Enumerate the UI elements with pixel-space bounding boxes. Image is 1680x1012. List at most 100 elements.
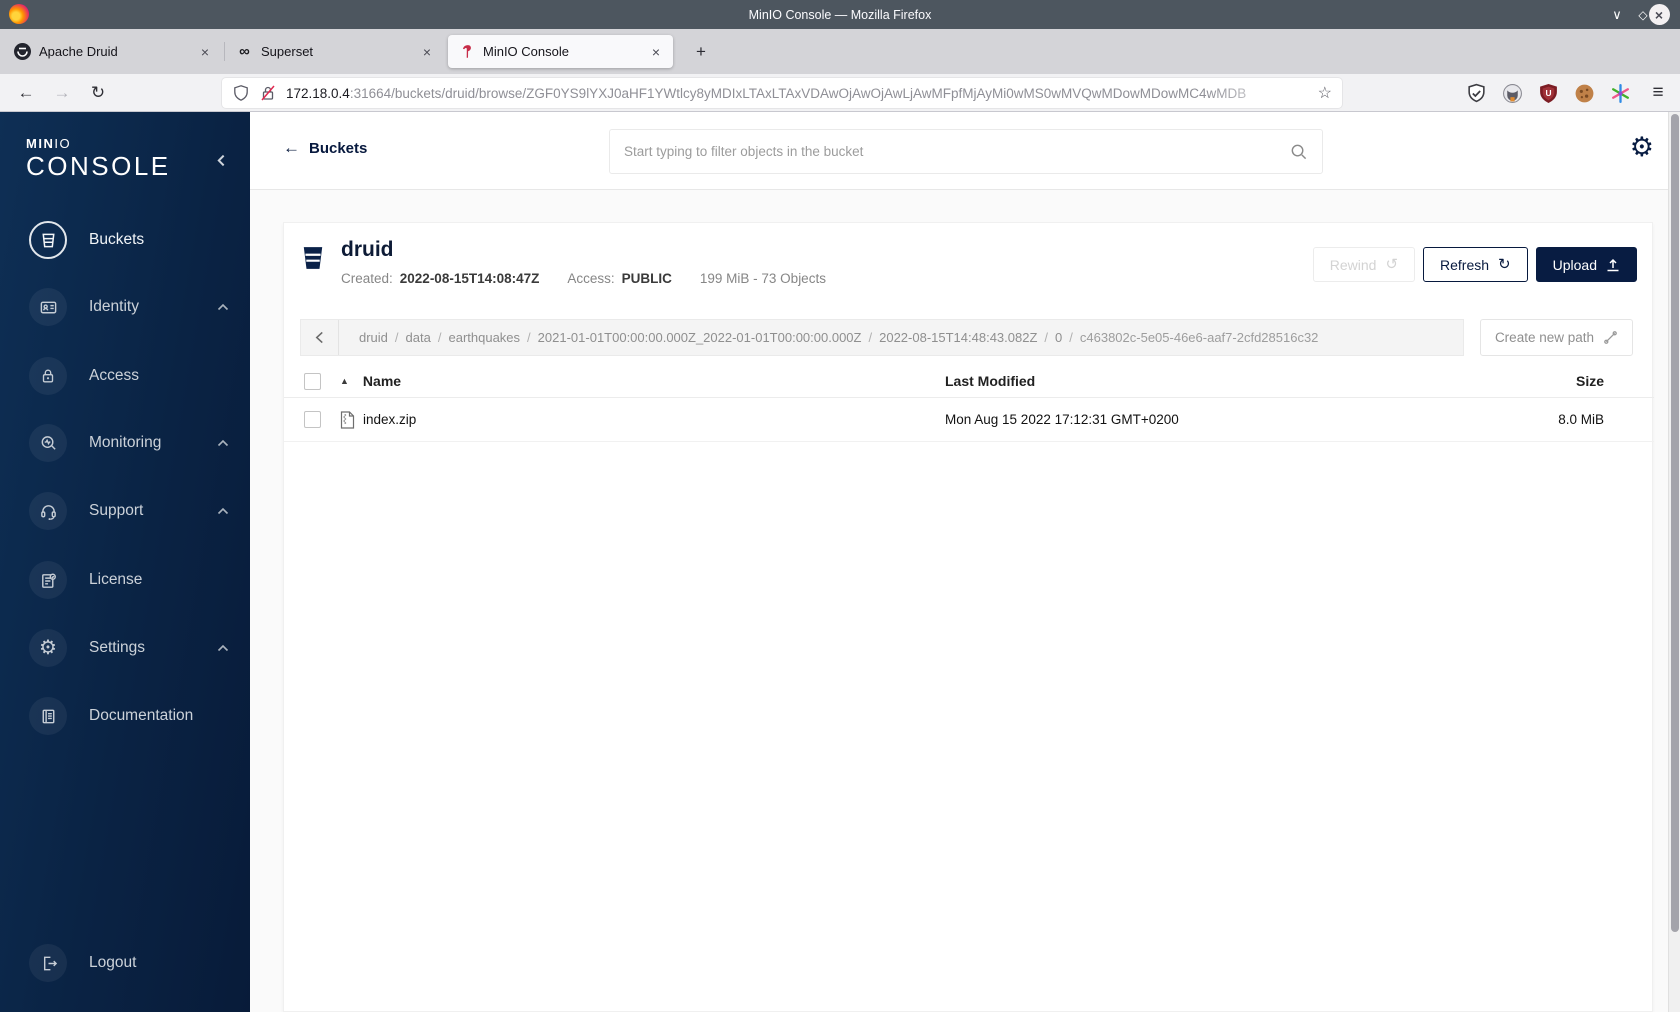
created-label: Created:: [341, 271, 393, 286]
column-header-size[interactable]: Size: [1505, 373, 1654, 389]
sidebar-item-license[interactable]: License: [0, 558, 250, 602]
console-header: ← Buckets ⚙: [250, 112, 1668, 190]
window-titlebar: MinIO Console — Mozilla Firefox ∨ ◇ ×: [0, 0, 1680, 29]
bucket-actions: Rewind ↺ Refresh ↻ Upload: [1312, 247, 1637, 282]
back-to-buckets-link[interactable]: ← Buckets: [283, 138, 367, 158]
minio-flamingo-favicon-icon: [458, 43, 475, 60]
bookmark-star-icon[interactable]: ☆: [1318, 83, 1332, 103]
breadcrumb-segment[interactable]: 0: [1055, 330, 1080, 345]
object-name[interactable]: index.zip: [363, 412, 416, 427]
console-settings-gear-icon[interactable]: ⚙: [1630, 134, 1654, 161]
objects-table-header: ▲ Name Last Modified Size: [284, 365, 1654, 398]
chevron-up-icon[interactable]: [217, 303, 229, 311]
path-back-chevron-icon[interactable]: [301, 320, 339, 355]
created-value: 2022-08-15T14:08:47Z: [399, 271, 540, 286]
breadcrumb-segment[interactable]: 2022-08-15T14:48:43.082Z: [879, 330, 1055, 345]
reload-icon[interactable]: ↻: [84, 79, 112, 107]
column-header-last-modified[interactable]: Last Modified: [945, 373, 1505, 389]
close-icon: ×: [1648, 4, 1670, 25]
select-all-checkbox[interactable]: [303, 372, 321, 390]
svg-text:U: U: [1545, 88, 1551, 98]
page-scrollbar[interactable]: [1668, 112, 1680, 1012]
scrollbar-thumb[interactable]: [1671, 114, 1679, 932]
tab-close-icon[interactable]: ×: [196, 42, 214, 62]
breadcrumb-segment[interactable]: druid: [359, 330, 406, 345]
main-content: druid Created: 2022-08-15T14:08:47Z Acce…: [250, 190, 1668, 1012]
column-header-name[interactable]: Name: [363, 373, 401, 389]
access-value: PUBLIC: [621, 271, 672, 286]
sidebar-item-identity[interactable]: Identity: [0, 285, 250, 329]
sidebar-item-support[interactable]: Support: [0, 489, 250, 533]
forward-icon[interactable]: →: [48, 79, 76, 107]
tab-apache-druid[interactable]: Apache Druid ×: [4, 35, 222, 68]
breadcrumb: druiddataearthquakes2021-01-01T00:00:00.…: [339, 330, 1338, 345]
object-filter-searchbox[interactable]: [609, 129, 1323, 174]
identity-icon: [29, 288, 67, 326]
insecure-lock-icon[interactable]: [259, 84, 277, 102]
chevron-up-icon[interactable]: [217, 507, 229, 515]
browser-toolbar: ← → ↻ 172.18.0.4:31664/buckets/druid/bro…: [0, 74, 1680, 112]
bucket-browser-card: druid Created: 2022-08-15T14:08:47Z Acce…: [283, 222, 1654, 1012]
rewind-icon: ↺: [1385, 256, 1399, 273]
minio-sidebar: MINIO CONSOLE Buckets Identity Access Mo…: [0, 112, 250, 1012]
buckets-icon: [29, 221, 67, 259]
tracking-protection-shield-icon[interactable]: [232, 84, 250, 102]
sidebar-item-logout[interactable]: Logout: [0, 941, 250, 985]
create-path-icon: [1603, 330, 1618, 345]
window-close-button[interactable]: ×: [1646, 0, 1672, 29]
superset-favicon-icon: ∞: [239, 43, 250, 60]
sidebar-item-buckets[interactable]: Buckets: [0, 218, 250, 262]
extension-colorful-asterisk-icon[interactable]: [1608, 81, 1632, 105]
object-last-modified: Mon Aug 15 2022 17:12:31 GMT+0200: [945, 412, 1179, 427]
tab-separator: [224, 42, 225, 61]
search-input[interactable]: [624, 144, 1289, 159]
breadcrumb-segment-current: c463802c-5e05-46e6-aaf7-2cfd28516c32: [1079, 330, 1319, 345]
chevron-up-icon[interactable]: [217, 439, 229, 447]
hamburger-menu-icon[interactable]: ≡: [1644, 79, 1672, 107]
upload-icon: [1606, 258, 1620, 272]
sidebar-collapse-icon[interactable]: [215, 154, 228, 167]
bucket-meta: Created: 2022-08-15T14:08:47Z Access: PU…: [341, 271, 826, 286]
monitoring-icon: [29, 424, 67, 462]
breadcrumb-segment[interactable]: 2021-01-01T00:00:00.000Z_2022-01-01T00:0…: [538, 330, 879, 345]
url-bar[interactable]: 172.18.0.4:31664/buckets/druid/browse/ZG…: [222, 78, 1342, 108]
license-icon: [29, 561, 67, 599]
row-checkbox[interactable]: [303, 411, 321, 428]
extension-ublock-icon[interactable]: U: [1536, 81, 1560, 105]
support-headset-icon: [29, 492, 67, 530]
rewind-button[interactable]: Rewind ↺: [1312, 247, 1416, 282]
breadcrumb-segment[interactable]: earthquakes: [448, 330, 537, 345]
refresh-icon: ↻: [1498, 256, 1511, 273]
sidebar-item-monitoring[interactable]: Monitoring: [0, 421, 250, 465]
tab-label: Apache Druid: [39, 44, 118, 59]
documentation-icon: [29, 697, 67, 735]
tab-label: MinIO Console: [483, 44, 569, 59]
minio-console-logo: MINIO CONSOLE: [26, 136, 171, 181]
bucket-icon: [301, 245, 325, 271]
refresh-button[interactable]: Refresh ↻: [1423, 247, 1528, 282]
access-lock-icon: [29, 357, 67, 395]
druid-favicon-icon: [14, 43, 31, 60]
extension-cookie-icon[interactable]: [1572, 81, 1596, 105]
sidebar-item-settings[interactable]: ⚙ Settings: [0, 626, 250, 670]
sidebar-item-access[interactable]: Access: [0, 354, 250, 398]
url-text: 172.18.0.4:31664/buckets/druid/browse/ZG…: [286, 85, 1247, 101]
object-size: 8.0 MiB: [1558, 412, 1604, 427]
tab-close-icon[interactable]: ×: [647, 42, 665, 62]
sort-asc-icon[interactable]: ▲: [340, 376, 349, 386]
create-new-path-button[interactable]: Create new path: [1479, 319, 1633, 356]
chevron-up-icon[interactable]: [217, 644, 229, 652]
tab-minio-console[interactable]: MinIO Console ×: [448, 35, 673, 68]
window-minimize-button[interactable]: ∨: [1604, 0, 1630, 29]
sidebar-item-documentation[interactable]: Documentation: [0, 694, 250, 738]
extension-shield-check-icon[interactable]: [1464, 81, 1488, 105]
upload-button[interactable]: Upload: [1535, 247, 1637, 282]
extension-mask-icon[interactable]: [1500, 81, 1524, 105]
tab-superset[interactable]: ∞ Superset ×: [226, 35, 444, 68]
table-row-index-zip[interactable]: index.zip Mon Aug 15 2022 17:12:31 GMT+0…: [284, 398, 1654, 442]
tab-close-icon[interactable]: ×: [418, 42, 436, 62]
breadcrumb-segment[interactable]: data: [406, 330, 449, 345]
back-icon[interactable]: ←: [12, 79, 40, 107]
new-tab-button[interactable]: +: [688, 39, 714, 65]
zip-file-icon: [340, 410, 355, 429]
